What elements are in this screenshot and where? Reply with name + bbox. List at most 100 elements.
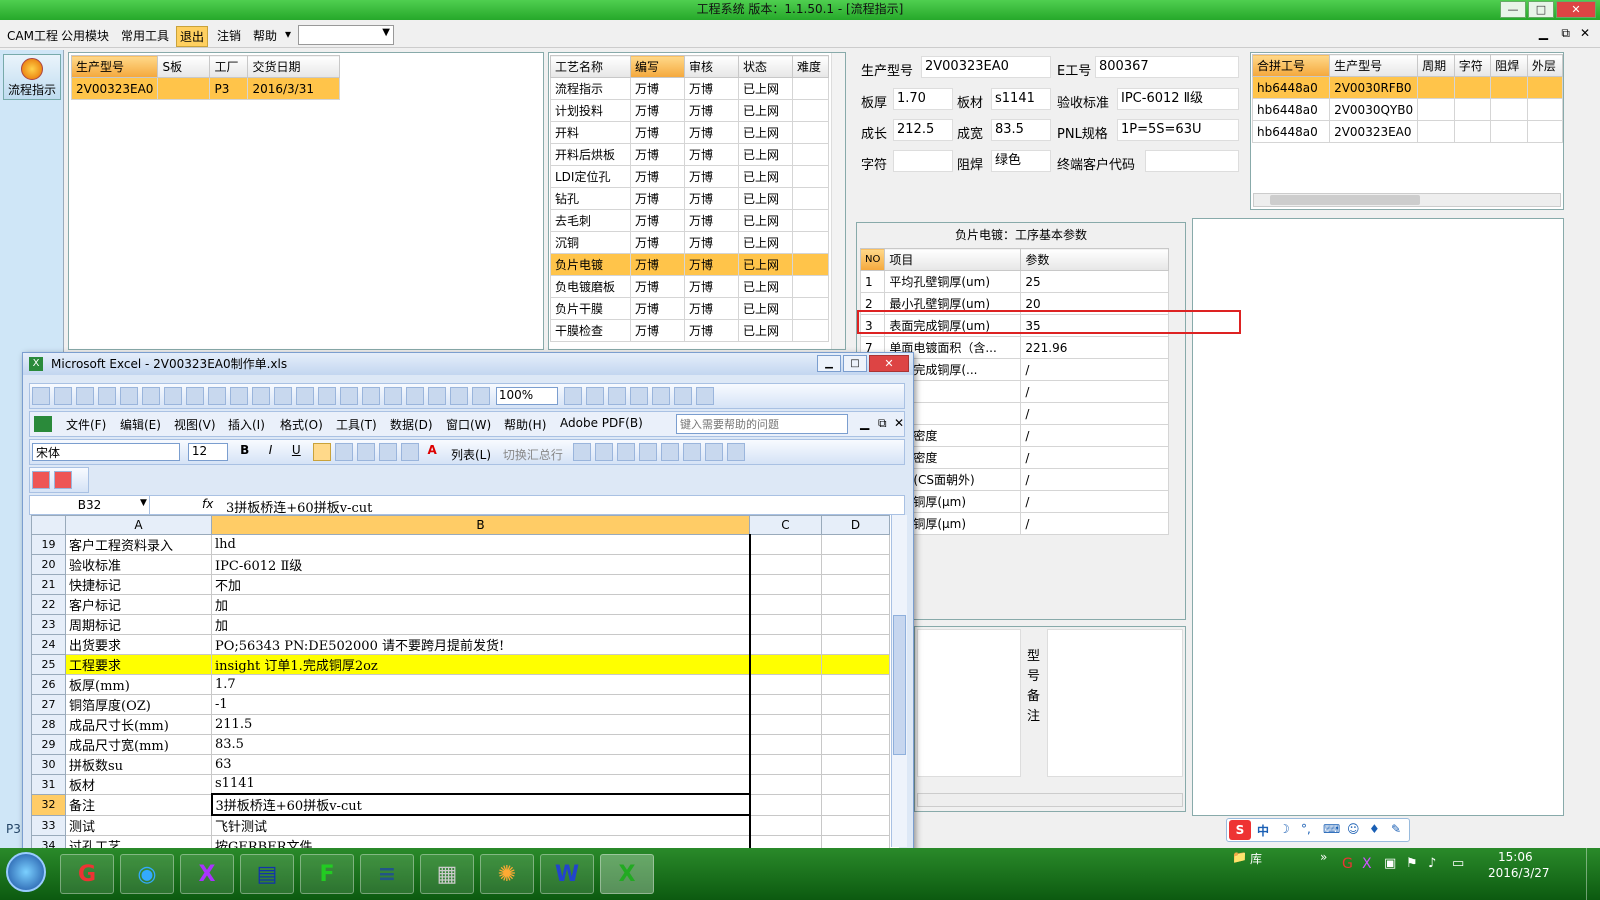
ime-keyboard-icon[interactable]: ⌨ [1323, 822, 1340, 836]
table-row[interactable]: 开料后烘板 万博 万博 已上网 [550, 143, 829, 166]
excel-menu-adobe[interactable]: Adobe PDF(B) [560, 416, 643, 430]
frame-icon[interactable] [629, 387, 648, 405]
remark-text-box[interactable] [1047, 629, 1183, 777]
redo-icon[interactable] [340, 387, 358, 405]
table-row[interactable]: 33 测试 飞针测试 [31, 814, 890, 836]
col-difficulty[interactable]: 难度 [792, 55, 829, 78]
process-scrollbar[interactable] [831, 53, 845, 349]
ime-moon-icon[interactable]: ☽ [1279, 822, 1290, 836]
undo-icon[interactable] [318, 387, 336, 405]
excel-close-button[interactable]: ✕ [869, 355, 909, 372]
width-field[interactable]: 83.5 [991, 119, 1051, 141]
col-process-name[interactable]: 工艺名称 [550, 55, 631, 78]
merge-scrollbar[interactable] [1253, 193, 1561, 207]
col-mask[interactable]: 阻焊 [1490, 54, 1528, 77]
font-size-select[interactable]: 12 [187, 443, 228, 461]
copy-icon[interactable] [252, 387, 270, 405]
tray-flag-icon[interactable]: ⚑ [1406, 856, 1418, 871]
customer-code-field[interactable] [1145, 150, 1239, 172]
list-tool-icon[interactable] [682, 443, 701, 461]
remark-scrollbar[interactable] [917, 793, 1183, 807]
list-tool-icon[interactable] [572, 443, 591, 461]
col-reviewer[interactable]: 审核 [684, 55, 739, 78]
sort-desc-icon[interactable] [428, 387, 446, 405]
col-merge-no[interactable]: 合拼工号 [1251, 54, 1331, 77]
maximize-button[interactable]: □ [1528, 1, 1554, 18]
tray-x-icon[interactable]: X [1362, 856, 1372, 872]
table-row[interactable]: 干膜检查 万博 万博 已上网 [550, 319, 829, 342]
list-tool-icon[interactable] [726, 443, 745, 461]
table-row[interactable]: 22 客户标记加 [31, 593, 890, 615]
mdi-minimize-button[interactable]: ▁ [1539, 26, 1548, 40]
taskbar-shell-icon[interactable]: ✺ [480, 854, 534, 894]
fill-color-icon[interactable] [401, 443, 420, 461]
mdi-close-button[interactable]: ✕ [1580, 26, 1590, 40]
permission-icon[interactable] [98, 387, 116, 405]
list-tool-icon[interactable] [594, 443, 613, 461]
tray-label[interactable]: 库 [1250, 850, 1262, 867]
excel-menu-file[interactable]: 文件(F) [66, 416, 106, 433]
spelling-icon[interactable] [186, 387, 204, 405]
table-row[interactable]: 26 板厚(mm) 1.7 [31, 673, 890, 695]
ime-user-icon[interactable]: ☺ [1347, 822, 1360, 836]
list-tool-icon[interactable] [660, 443, 679, 461]
taskbar-app-x-icon[interactable]: X [180, 854, 234, 894]
align-left-icon[interactable] [313, 443, 332, 461]
show-desktop-button[interactable] [1586, 848, 1600, 900]
help-icon[interactable] [563, 387, 582, 405]
taskbar-notes-icon[interactable]: ≡ [360, 854, 414, 894]
ime-chinese-indicator[interactable]: 中 [1257, 822, 1269, 839]
help-search-input[interactable] [676, 414, 848, 434]
col-s-board[interactable]: S板 [157, 55, 211, 78]
col-delivery-date[interactable]: 交货日期 [247, 55, 341, 78]
print-preview-icon[interactable] [164, 387, 182, 405]
worksheet-grid[interactable]: A B C D 19 客户工程资料录入 lhd 20 验收标准 IPC-6012 Ⅱ级 21… [31, 515, 899, 853]
table-row[interactable]: 沉铜 万博 万博 已上网 [550, 231, 829, 254]
col-no[interactable]: NO [859, 248, 886, 271]
taskbar-word-icon[interactable]: W [540, 854, 594, 894]
cut-icon[interactable] [230, 387, 248, 405]
list-tool-icon[interactable] [616, 443, 635, 461]
col-status[interactable]: 状态 [738, 55, 793, 78]
column-header-c[interactable]: C [749, 515, 822, 535]
tray-clock-date[interactable]: 2016/3/27 [1488, 866, 1550, 880]
table-row[interactable]: hb6448a0 2V00323EA0 [1251, 120, 1564, 143]
table-row[interactable]: 28 成品尺寸长(mm) 211.5 [31, 713, 890, 735]
pnl-spec-field[interactable]: 1P=5S=63U [1117, 119, 1239, 141]
hyperlink-icon[interactable] [362, 387, 380, 405]
table-row[interactable]: 31 板材 s1141 [31, 773, 890, 795]
checkbox-icon[interactable] [651, 387, 670, 405]
email-icon[interactable] [120, 387, 138, 405]
excel-menu-data[interactable]: 数据(D) [390, 416, 433, 433]
table-row[interactable]: hb6448a0 2V0030QYB0 [1251, 98, 1564, 121]
prod-model-field[interactable]: 2V00323EA0 [921, 56, 1051, 78]
column-header-a[interactable]: A [65, 515, 212, 535]
start-button[interactable] [6, 852, 46, 892]
open-icon[interactable] [54, 387, 72, 405]
table-row[interactable]: 1 平均孔壁铜厚(um) 25 [859, 270, 1170, 293]
table-row[interactable]: LDI定位孔 万博 万博 已上网 [550, 165, 829, 188]
chart-icon[interactable] [450, 387, 468, 405]
menu-exit[interactable]: 退出 [176, 26, 209, 47]
menu-common-tools[interactable]: 常用工具 [118, 26, 172, 45]
sort-asc-icon[interactable] [406, 387, 424, 405]
table-row[interactable]: hb6448a0 2V0030RFB0 [1251, 76, 1564, 99]
table-row[interactable]: 计划投料 万博 万博 已上网 [550, 99, 829, 122]
tray-volume-icon[interactable]: ♪ [1428, 856, 1436, 871]
close-button[interactable]: ✕ [1556, 1, 1596, 18]
research-icon[interactable] [208, 387, 226, 405]
table-row[interactable]: 24 出货要求 PO;56343 PN:DE502000 请不要跨月提前发货! [31, 633, 890, 655]
font-style-icon[interactable] [585, 387, 604, 405]
col-cycle[interactable]: 周期 [1417, 54, 1455, 77]
tray-expand-icon[interactable]: » [1320, 850, 1327, 864]
list-tool-icon[interactable] [704, 443, 723, 461]
table-row[interactable]: 负片电镀 万博 万博 已上网 [550, 253, 829, 276]
zoom-select[interactable]: 100% [495, 387, 558, 405]
align-center-icon[interactable] [335, 443, 354, 461]
table-row[interactable]: 23 周期标记加 [31, 613, 890, 635]
name-box-dropdown-icon[interactable]: ▼ [140, 498, 147, 508]
excel-doc-close-button[interactable]: ✕ [894, 416, 904, 430]
merge-center-icon[interactable] [379, 443, 398, 461]
mask-field[interactable]: 绿色 [991, 150, 1051, 172]
accept-std-field[interactable]: IPC-6012 Ⅱ级 [1117, 88, 1239, 110]
